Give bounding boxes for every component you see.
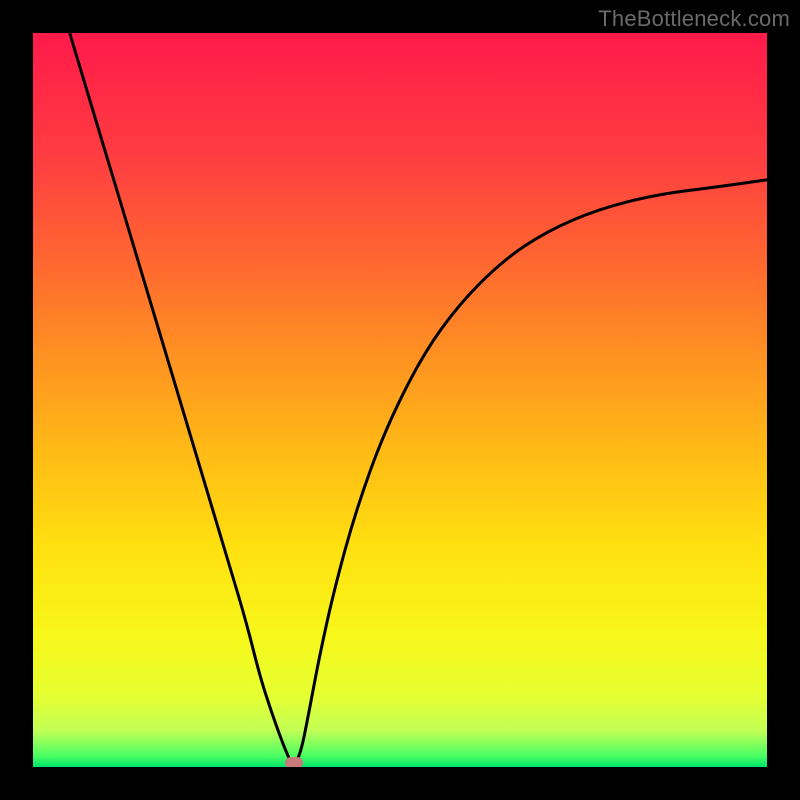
curve-layer (33, 33, 767, 767)
watermark-label: TheBottleneck.com (598, 6, 790, 32)
plot-area (33, 33, 767, 767)
chart-frame: TheBottleneck.com (0, 0, 800, 800)
bottleneck-curve (70, 33, 767, 763)
optimal-marker (285, 757, 303, 767)
